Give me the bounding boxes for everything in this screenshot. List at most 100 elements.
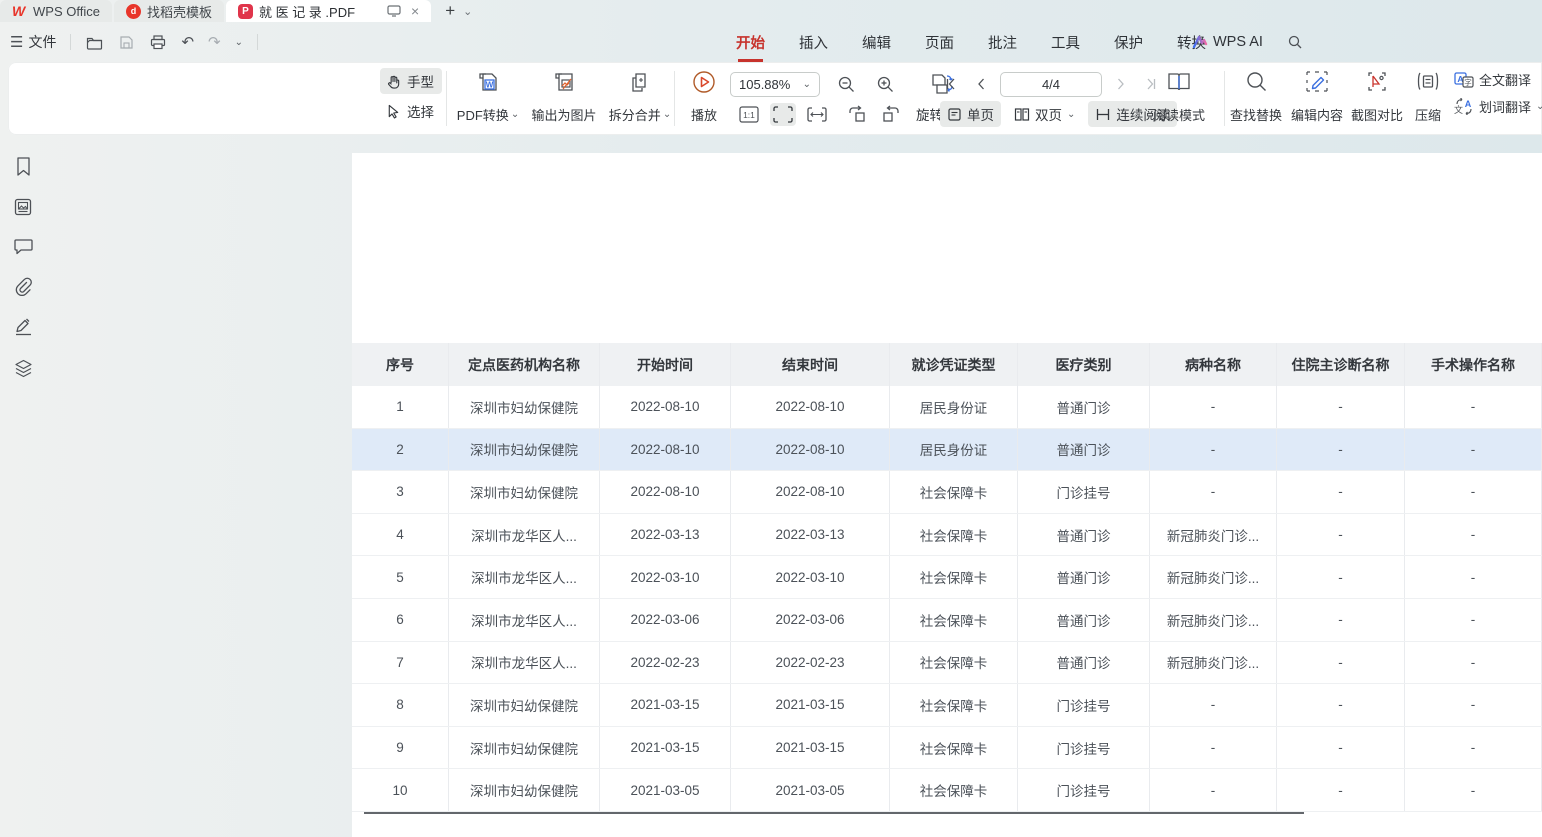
thumbnail-icon[interactable]	[14, 198, 32, 216]
table-cell: 2022-02-23	[600, 642, 731, 684]
table-cell: 新冠肺炎门诊...	[1150, 556, 1277, 598]
split-merge-button[interactable]: 拆分合并⌄	[608, 68, 672, 128]
close-tab-icon[interactable]: ×	[411, 3, 419, 19]
table-cell: 2022-08-10	[731, 386, 890, 428]
menu-tab-插入[interactable]: 插入	[799, 32, 828, 53]
table-cell: -	[1277, 429, 1405, 471]
edit-content-label: 编辑内容	[1291, 105, 1343, 124]
signature-icon[interactable]	[14, 318, 33, 337]
table-cell: 门诊挂号	[1018, 769, 1150, 811]
table-row[interactable]: 2深圳市妇幼保健院2022-08-102022-08-10居民身份证普通门诊--…	[352, 429, 1542, 472]
compress-button[interactable]: 压缩	[1407, 68, 1449, 128]
undo-icon[interactable]: ↶	[181, 33, 194, 51]
play-button[interactable]: 播放	[684, 68, 724, 128]
attachment-icon[interactable]	[14, 277, 33, 296]
table-cell: 2	[352, 429, 449, 471]
bookmark-icon[interactable]	[15, 157, 32, 176]
comment-icon[interactable]	[14, 238, 33, 255]
zoom-out-button[interactable]	[834, 72, 859, 97]
table-cell: 2022-03-10	[731, 556, 890, 598]
save-icon[interactable]	[117, 33, 135, 51]
pdf-convert-button[interactable]: W PDF转换⌄	[456, 68, 520, 128]
find-replace-button[interactable]: 查找替换	[1228, 68, 1284, 128]
rotate-left-button[interactable]	[844, 102, 870, 126]
find-replace-label: 查找替换	[1230, 105, 1282, 124]
table-row[interactable]: 9深圳市妇幼保健院2021-03-152021-03-15社会保障卡门诊挂号--…	[352, 727, 1542, 770]
menu-tab-保护[interactable]: 保护	[1114, 32, 1143, 53]
select-tool-button[interactable]: 选择	[380, 98, 442, 124]
layers-icon[interactable]	[14, 359, 33, 378]
fit-page-button[interactable]	[770, 103, 796, 126]
menu-tab-编辑[interactable]: 编辑	[862, 32, 891, 53]
column-header: 住院主诊断名称	[1277, 343, 1405, 386]
word-translate-button[interactable]: 文 A 划词翻译 ⌄	[1454, 97, 1542, 116]
table-row[interactable]: 1深圳市妇幼保健院2022-08-102022-08-10居民身份证普通门诊--…	[352, 386, 1542, 429]
pdf-page[interactable]: 序号定点医药机构名称开始时间结束时间就诊凭证类型医疗类别病种名称住院主诊断名称手…	[352, 153, 1542, 837]
wps-logo-icon: W	[12, 4, 27, 19]
svg-text:文: 文	[1454, 104, 1463, 115]
table-row[interactable]: 8深圳市妇幼保健院2021-03-152021-03-15社会保障卡门诊挂号--…	[352, 684, 1542, 727]
zoom-level-select[interactable]: 105.88% ⌄	[730, 72, 820, 97]
double-page-button[interactable]: 双页 ⌄	[1007, 101, 1082, 127]
table-cell: -	[1405, 556, 1542, 598]
rotate-right-button[interactable]	[878, 102, 904, 126]
svg-text:1:1: 1:1	[743, 110, 755, 120]
table-row[interactable]: 6深圳市龙华区人...2022-03-062022-03-06社会保障卡普通门诊…	[352, 599, 1542, 642]
table-cell: 社会保障卡	[890, 556, 1018, 598]
tab-document-pdf[interactable]: P 就 医 记 录 .PDF ×	[226, 0, 431, 22]
column-header: 序号	[352, 343, 449, 386]
table-row[interactable]: 7深圳市龙华区人...2022-02-232022-02-23社会保障卡普通门诊…	[352, 642, 1542, 685]
actual-size-button[interactable]: 1:1	[736, 103, 762, 126]
table-cell: 6	[352, 599, 449, 641]
table-cell: 2022-03-13	[600, 514, 731, 556]
present-on-screen-icon[interactable]	[387, 5, 401, 17]
next-page-button[interactable]	[1112, 74, 1130, 94]
screenshot-compare-button[interactable]: 截图对比	[1349, 68, 1405, 128]
table-cell: 2022-08-10	[600, 386, 731, 428]
menu-tab-开始[interactable]: 开始	[736, 32, 765, 53]
tab-docer-templates[interactable]: d 找稻壳模板	[114, 0, 224, 22]
previous-page-button[interactable]	[972, 74, 990, 94]
first-page-button[interactable]	[942, 74, 962, 94]
menu-tab-工具[interactable]: 工具	[1051, 32, 1080, 53]
table-cell: 2022-03-06	[731, 599, 890, 641]
table-cell: 2021-03-15	[731, 684, 890, 726]
file-menu-button[interactable]: ☰ 文件	[10, 32, 56, 52]
word-translate-icon: 文 A	[1454, 98, 1474, 115]
zoom-in-button[interactable]	[873, 72, 898, 97]
print-icon[interactable]	[149, 33, 167, 51]
wps-ai-button[interactable]: WPS AI	[1192, 34, 1263, 50]
tab-wps-home[interactable]: W WPS Office	[0, 0, 112, 22]
table-cell: 深圳市妇幼保健院	[449, 769, 600, 811]
single-page-button[interactable]: 单页	[940, 101, 1001, 127]
read-mode-button[interactable]: 阅读模式	[1148, 68, 1210, 128]
new-tab-button[interactable]: +	[445, 1, 455, 21]
menu-search-icon[interactable]	[1287, 34, 1303, 50]
table-cell: 1	[352, 386, 449, 428]
column-header: 定点医药机构名称	[449, 343, 600, 386]
export-as-image-button[interactable]: 输出为图片	[532, 68, 596, 128]
table-row[interactable]: 5深圳市龙华区人...2022-03-102022-03-10社会保障卡普通门诊…	[352, 556, 1542, 599]
hamburger-icon: ☰	[10, 33, 23, 51]
table-cell: 深圳市妇幼保健院	[449, 471, 600, 513]
fit-width-button[interactable]	[804, 103, 830, 126]
screenshot-compare-icon	[1365, 70, 1389, 93]
read-mode-label: 阅读模式	[1153, 105, 1205, 124]
page-number-input[interactable]: 4/4	[1000, 72, 1102, 97]
divider	[674, 71, 675, 126]
quick-access-chevron-icon[interactable]: ⌄	[235, 37, 243, 48]
hand-tool-button[interactable]: 手型	[380, 68, 442, 94]
table-row[interactable]: 3深圳市妇幼保健院2022-08-102022-08-10社会保障卡门诊挂号--…	[352, 471, 1542, 514]
menu-tab-页面[interactable]: 页面	[925, 32, 954, 53]
table-cell: -	[1277, 599, 1405, 641]
table-row[interactable]: 10深圳市妇幼保健院2021-03-052021-03-05社会保障卡门诊挂号-…	[352, 769, 1542, 812]
menu-tab-批注[interactable]: 批注	[988, 32, 1017, 53]
redo-icon[interactable]: ↷	[208, 33, 221, 51]
compress-label: 压缩	[1415, 105, 1441, 124]
open-file-icon[interactable]	[85, 33, 103, 51]
edit-content-button[interactable]: 编辑内容	[1289, 68, 1345, 128]
table-row[interactable]: 4深圳市龙华区人...2022-03-132022-03-13社会保障卡普通门诊…	[352, 514, 1542, 557]
full-text-translate-button[interactable]: A 字 全文翻译	[1454, 70, 1542, 89]
tab-list-chevron-icon[interactable]: ⌄	[463, 5, 472, 18]
full-text-translate-label: 全文翻译	[1479, 70, 1531, 89]
